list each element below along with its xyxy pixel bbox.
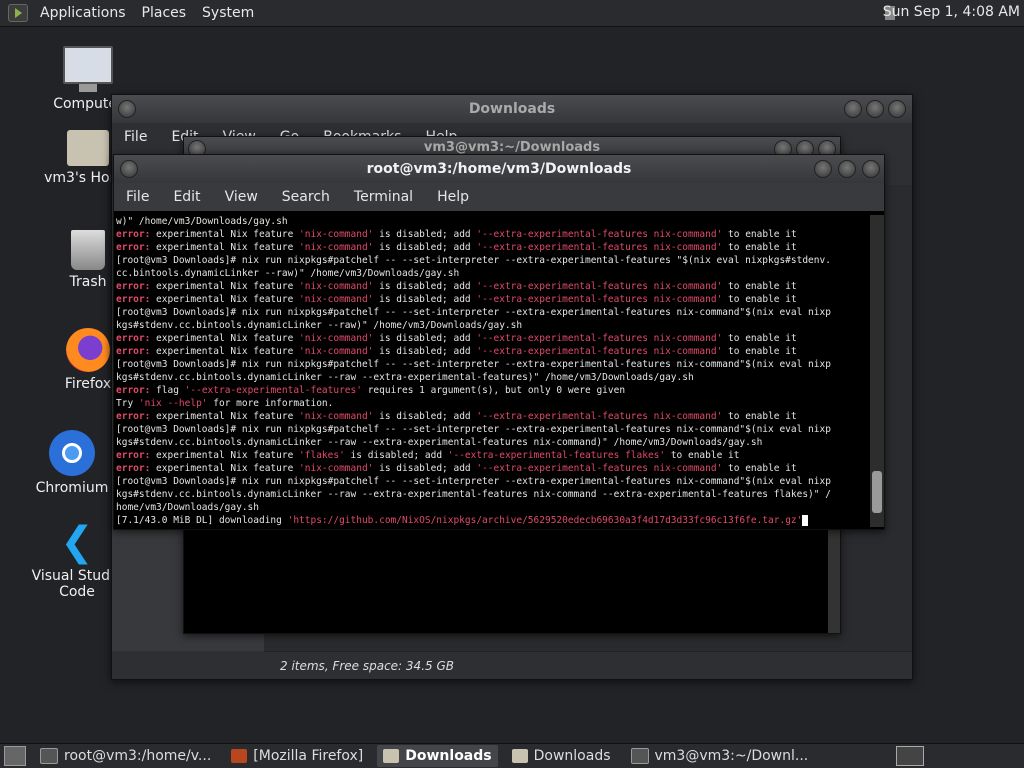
trash-icon bbox=[71, 230, 105, 270]
window-title: root@vm3:/home/vm3/Downloads bbox=[366, 161, 632, 177]
terminal-icon bbox=[630, 748, 649, 764]
vscode-icon: ❮ bbox=[60, 519, 94, 565]
task-label: Downloads bbox=[405, 748, 492, 764]
menu-edit[interactable]: Edit bbox=[161, 189, 212, 205]
folder-icon bbox=[511, 749, 528, 763]
terminal-line: [root@vm3 Downloads]# nix run nixpkgs#pa… bbox=[116, 424, 831, 435]
terminal-line: home/vm3/Downloads/gay.sh bbox=[116, 502, 259, 513]
terminal-line: kgs#stdenv.cc.bintools.dynamicLinker --r… bbox=[116, 437, 763, 448]
terminal-icon bbox=[40, 748, 58, 764]
task-downloads-active[interactable]: Downloads bbox=[377, 745, 498, 767]
top-panel: Applications Places System Sun Sep 1, 4:… bbox=[0, 0, 1024, 27]
terminal-line: error: experimental Nix feature 'nix-com… bbox=[116, 242, 797, 253]
folder-icon bbox=[383, 749, 400, 763]
terminal-line: kgs#stdenv.cc.bintools.dynamicLinker --r… bbox=[116, 489, 831, 500]
terminal-line: w)" /home/vm3/Downloads/gay.sh bbox=[116, 216, 288, 227]
window-menu-icon[interactable] bbox=[118, 100, 136, 118]
task-label: Downloads bbox=[533, 748, 611, 764]
terminal-line: kgs#stdenv.cc.bintools.dynamicLinker --r… bbox=[116, 372, 694, 383]
terminal-line: kgs#stdenv.cc.bintools.dynamicLinker --r… bbox=[116, 320, 523, 331]
terminal-line: error: flag '--extra-experimental-featur… bbox=[116, 385, 626, 396]
menu-search[interactable]: Search bbox=[270, 189, 342, 205]
places-menu[interactable]: Places bbox=[134, 5, 195, 21]
desktop-icon-chromium[interactable]: Chromium bbox=[22, 430, 122, 496]
terminal-line: error: experimental Nix feature 'nix-com… bbox=[116, 333, 797, 344]
workspace-switcher[interactable] bbox=[896, 746, 924, 766]
chromium-icon bbox=[49, 430, 95, 476]
terminal-titlebar[interactable]: root@vm3:/home/vm3/Downloads bbox=[114, 155, 884, 183]
task-label: [Mozilla Firefox] bbox=[253, 748, 364, 764]
close-icon[interactable] bbox=[862, 160, 880, 178]
terminal-line: Try 'nix --help' for more information. bbox=[116, 398, 334, 409]
terminal-line: [root@vm3 Downloads]# nix run nixpkgs#pa… bbox=[116, 255, 831, 266]
terminal-window[interactable]: root@vm3:/home/vm3/Downloads File Edit V… bbox=[113, 154, 885, 530]
menu-file[interactable]: File bbox=[114, 189, 161, 205]
home-folder-icon bbox=[67, 130, 109, 166]
firefox-icon bbox=[231, 749, 248, 763]
status-bar: 2 items, Free space: 34.5 GB bbox=[264, 651, 912, 679]
window-menu-icon[interactable] bbox=[120, 160, 138, 178]
terminal-line: error: experimental Nix feature 'nix-com… bbox=[116, 281, 797, 292]
maximize-icon[interactable] bbox=[866, 100, 884, 118]
task-label: root@vm3:/home/v... bbox=[64, 748, 212, 764]
minimize-icon[interactable] bbox=[814, 160, 832, 178]
clock[interactable]: Sun Sep 1, 4:08 AM bbox=[883, 4, 1020, 20]
applications-menu[interactable]: Applications bbox=[32, 5, 134, 21]
task-terminal-vm3[interactable]: vm3@vm3:~/Downl... bbox=[625, 745, 815, 767]
window-title: vm3@vm3:~/Downloads bbox=[423, 140, 601, 155]
terminal-cursor bbox=[802, 515, 809, 526]
bottom-taskbar: root@vm3:/home/v... [Mozilla Firefox] Do… bbox=[0, 743, 1024, 768]
task-downloads[interactable]: Downloads bbox=[506, 745, 617, 767]
terminal-line: [7.1/43.0 MiB DL] downloading 'https://g… bbox=[116, 514, 868, 527]
terminal-output[interactable]: w)" /home/vm3/Downloads/gay.sh error: exp… bbox=[116, 215, 868, 527]
distro-logo-icon[interactable] bbox=[8, 4, 28, 22]
menu-file[interactable]: File bbox=[112, 129, 159, 145]
terminal-line: error: experimental Nix feature 'nix-com… bbox=[116, 229, 797, 240]
menu-terminal[interactable]: Terminal bbox=[342, 189, 425, 205]
maximize-icon[interactable] bbox=[838, 160, 856, 178]
file-manager-titlebar[interactable]: Downloads bbox=[112, 95, 912, 123]
terminal-line: error: experimental Nix feature 'flakes'… bbox=[116, 450, 740, 461]
terminal-menubar: File Edit View Search Terminal Help bbox=[114, 183, 884, 211]
firefox-icon bbox=[66, 328, 110, 372]
scrollbar[interactable] bbox=[870, 215, 884, 527]
task-label: vm3@vm3:~/Downl... bbox=[654, 748, 809, 764]
terminal-line: [root@vm3 Downloads]# nix run nixpkgs#pa… bbox=[116, 307, 831, 318]
menu-help[interactable]: Help bbox=[425, 189, 481, 205]
terminal-line: error: experimental Nix feature 'nix-com… bbox=[116, 463, 797, 474]
minimize-icon[interactable] bbox=[844, 100, 862, 118]
scrollbar-thumb[interactable] bbox=[872, 471, 882, 513]
terminal-line: error: experimental Nix feature 'nix-com… bbox=[116, 346, 797, 357]
task-terminal-root[interactable]: root@vm3:/home/v... bbox=[34, 745, 217, 767]
menu-view[interactable]: View bbox=[213, 189, 270, 205]
show-desktop-icon[interactable] bbox=[4, 746, 26, 766]
task-firefox[interactable]: [Mozilla Firefox] bbox=[225, 745, 369, 767]
system-menu[interactable]: System bbox=[194, 5, 262, 21]
terminal-line: [root@vm3 Downloads]# nix run nixpkgs#pa… bbox=[116, 359, 831, 370]
close-icon[interactable] bbox=[888, 100, 906, 118]
computer-icon bbox=[63, 46, 113, 92]
window-title: Downloads bbox=[468, 101, 556, 117]
terminal-line: cc.bintools.dynamicLinker --raw)" /home/… bbox=[116, 268, 460, 279]
desktop-icon-label: Chromium bbox=[35, 480, 109, 496]
terminal-line: error: experimental Nix feature 'nix-com… bbox=[116, 294, 797, 305]
terminal-line: error: experimental Nix feature 'nix-com… bbox=[116, 411, 797, 422]
terminal-line: [root@vm3 Downloads]# nix run nixpkgs#pa… bbox=[116, 476, 831, 487]
